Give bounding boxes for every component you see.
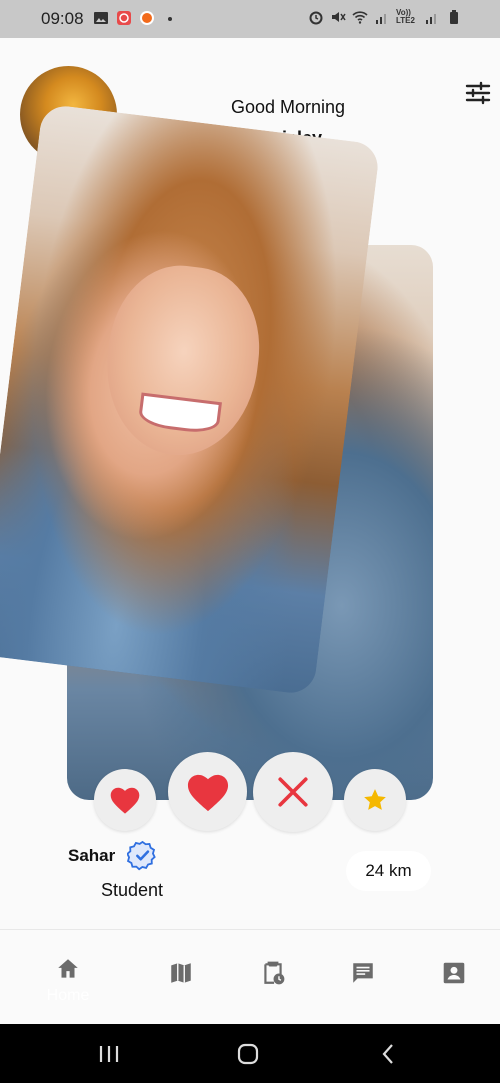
wifi-icon <box>352 11 368 24</box>
nav-item-history[interactable] <box>243 934 303 1029</box>
status-left-icons <box>93 10 178 26</box>
star-button[interactable] <box>344 769 406 831</box>
nav-label-home: Home <box>46 987 90 1004</box>
mute-icon <box>332 12 346 22</box>
profile-role: Student <box>101 880 164 900</box>
status-bar: 09:08 Vo)) LTE2 <box>0 0 500 38</box>
home-button-icon[interactable] <box>235 1041 261 1067</box>
status-right-icons: Vo)) LTE2 <box>308 9 462 25</box>
alarm-icon <box>309 11 323 25</box>
profile-card-current[interactable] <box>0 103 381 696</box>
signal-icon <box>376 14 386 24</box>
recent-apps-icon[interactable] <box>96 1041 122 1067</box>
like-button[interactable] <box>94 769 156 831</box>
gallery-icon <box>94 12 108 24</box>
app-notification-icon <box>117 11 131 25</box>
system-nav-bar <box>0 1024 500 1083</box>
greeting-text: Good Morning <box>231 97 346 117</box>
map-icon <box>171 963 191 983</box>
battery-icon <box>450 10 458 24</box>
nav-item-profile[interactable] <box>424 934 484 1029</box>
filter-icon[interactable] <box>465 81 491 105</box>
nav-item-home[interactable]: Home <box>38 930 98 1025</box>
nav-item-map[interactable] <box>151 934 211 1029</box>
verified-badge-icon <box>127 840 156 871</box>
chat-icon <box>353 963 373 983</box>
back-icon[interactable] <box>376 1041 402 1067</box>
status-time: 09:08 <box>41 9 84 28</box>
volte-label: Vo)) LTE2 <box>396 8 415 25</box>
clipboard-clock-icon <box>264 961 285 985</box>
heart-icon <box>187 774 228 811</box>
super-like-button[interactable] <box>168 752 247 831</box>
distance-badge: 24 km <box>346 851 431 891</box>
dislike-button[interactable] <box>253 752 333 832</box>
close-icon <box>278 777 308 807</box>
profile-name: Sahar <box>68 846 116 865</box>
bottom-nav: Home <box>0 929 500 1024</box>
home-icon <box>58 959 78 978</box>
nav-item-chat[interactable] <box>333 934 393 1029</box>
star-icon <box>364 789 386 810</box>
dot-icon <box>168 17 172 21</box>
profile-card-icon <box>443 962 465 984</box>
app-notification-icon <box>140 11 154 25</box>
signal-icon <box>426 14 436 24</box>
heart-icon <box>110 787 140 814</box>
